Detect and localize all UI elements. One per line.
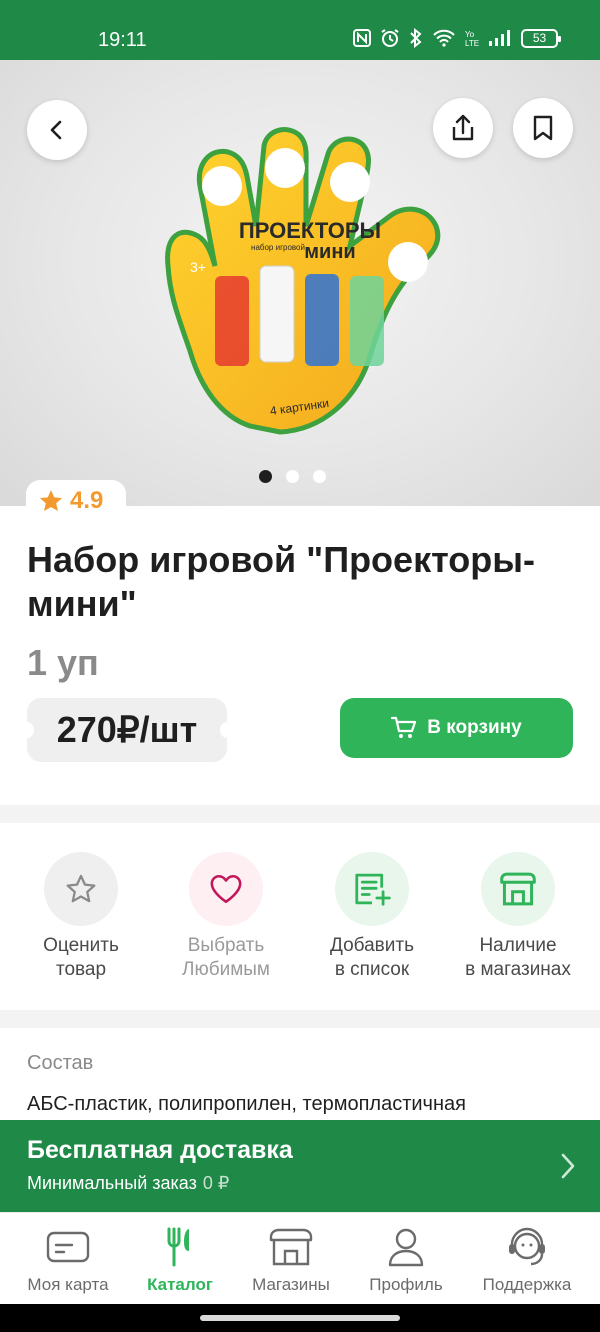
free-delivery-banner[interactable]: Бесплатная доставка Минимальный заказ 0 ₽	[0, 1120, 600, 1212]
rate-product-circle	[44, 852, 118, 926]
delivery-subtitle: Минимальный заказ 0 ₽	[27, 1173, 229, 1194]
composition-text: АБС-пластик, полипропилен, термопластичн…	[27, 1093, 466, 1115]
chevron-left-icon	[50, 120, 62, 140]
product-gallery[interactable]: ПРОЕКТОРЫ мини набор игровой 3+ 4 картин…	[0, 60, 600, 506]
section-divider	[0, 1010, 600, 1028]
add-to-cart-button[interactable]: В корзину	[340, 698, 573, 758]
add-to-list-label: Добавить в список	[330, 935, 414, 980]
add-to-list-circle	[335, 852, 409, 926]
nav-support-label: Поддержка	[482, 1275, 572, 1294]
support-icon	[509, 1227, 545, 1266]
star-icon	[39, 490, 63, 511]
gallery-dot[interactable]	[313, 470, 326, 483]
gallery-dot[interactable]	[286, 470, 299, 483]
nav-catalog[interactable]: Каталог	[120, 1225, 240, 1295]
volte-icon: YoLTE	[465, 30, 479, 48]
card-icon	[46, 1231, 90, 1263]
rating-badge: 4.9	[26, 480, 126, 522]
battery-icon: 53	[521, 28, 561, 48]
bookmark-icon	[533, 115, 553, 141]
nav-support[interactable]: Поддержка	[467, 1225, 587, 1295]
rating-value: 4.9	[70, 487, 104, 514]
signal-icon	[489, 30, 510, 46]
product-unit: 1 уп	[27, 642, 99, 683]
package-subtitle: мини	[304, 241, 355, 263]
gallery-dot[interactable]	[259, 470, 272, 483]
product-title: Набор игровой "Проекторы-мини"	[27, 539, 535, 624]
add-to-cart-label: В корзину	[427, 717, 522, 738]
gallery-pagination	[259, 470, 326, 483]
wifi-icon	[433, 29, 455, 47]
rate-product-label: Оценить товар	[43, 935, 119, 980]
user-icon	[388, 1228, 424, 1267]
system-gesture-bar	[0, 1304, 600, 1332]
nfc-icon	[353, 29, 371, 47]
product-image: ПРОЕКТОРЫ мини набор игровой 3+ 4 картин…	[165, 127, 441, 435]
rate-product-button[interactable]: Оценить товар	[6, 852, 156, 982]
nav-my-card-label: Моя карта	[27, 1275, 109, 1294]
store-availability-label: Наличие в магазинах	[465, 935, 571, 980]
composition-label: Состав	[27, 1052, 94, 1074]
status-time: 19:11	[98, 29, 147, 51]
delivery-subtitle-text: Минимальный заказ	[27, 1173, 197, 1193]
home-indicator[interactable]	[200, 1315, 400, 1321]
price-value: 270₽/шт	[56, 709, 198, 750]
nav-catalog-label: Каталог	[147, 1275, 213, 1294]
delivery-min-value: 0 ₽	[202, 1173, 230, 1193]
cutlery-icon	[167, 1227, 189, 1267]
add-to-list-icon	[355, 873, 391, 906]
delivery-title: Бесплатная доставка	[27, 1136, 293, 1164]
nav-stores-label: Магазины	[252, 1275, 330, 1294]
favorite-circle	[189, 852, 263, 926]
package-title: ПРОЕКТОРЫ	[239, 218, 381, 243]
back-button[interactable]	[27, 100, 87, 160]
status-icons: Yo LTE 53	[353, 28, 561, 48]
chevron-right-icon	[561, 1153, 575, 1179]
bookmark-button[interactable]	[513, 98, 573, 158]
product-actions: Оценить товар Выбрать Любимым Добавить в…	[0, 840, 600, 1010]
section-divider	[0, 805, 600, 823]
favorite-button[interactable]: Выбрать Любимым	[151, 852, 301, 982]
package-small-text: набор игровой	[251, 243, 305, 252]
svg-text:LTE: LTE	[465, 39, 479, 48]
bluetooth-icon	[410, 28, 422, 48]
heart-icon	[210, 874, 242, 904]
status-bar: 19:11 Yo LTE 53	[0, 0, 600, 60]
alarm-icon	[381, 29, 399, 47]
cart-icon	[391, 716, 417, 738]
star-outline-icon	[66, 874, 96, 903]
store-availability-button[interactable]: Наличие в магазинах	[443, 852, 593, 982]
bottom-navigation: Моя карта Каталог Магазины Профиль Подде…	[0, 1212, 600, 1304]
nav-stores[interactable]: Магазины	[231, 1225, 351, 1295]
store-icon	[500, 872, 536, 906]
nav-profile-label: Профиль	[369, 1275, 443, 1294]
svg-text:Yo: Yo	[465, 30, 475, 39]
price-badge: 270₽/шт	[20, 698, 234, 762]
favorite-label: Выбрать Любимым	[182, 935, 270, 980]
package-age: 3+	[190, 259, 206, 275]
add-to-list-button[interactable]: Добавить в список	[297, 852, 447, 982]
nav-profile[interactable]: Профиль	[346, 1225, 466, 1295]
nav-my-card[interactable]: Моя карта	[8, 1225, 128, 1295]
store-icon	[269, 1228, 313, 1266]
store-availability-circle	[481, 852, 555, 926]
